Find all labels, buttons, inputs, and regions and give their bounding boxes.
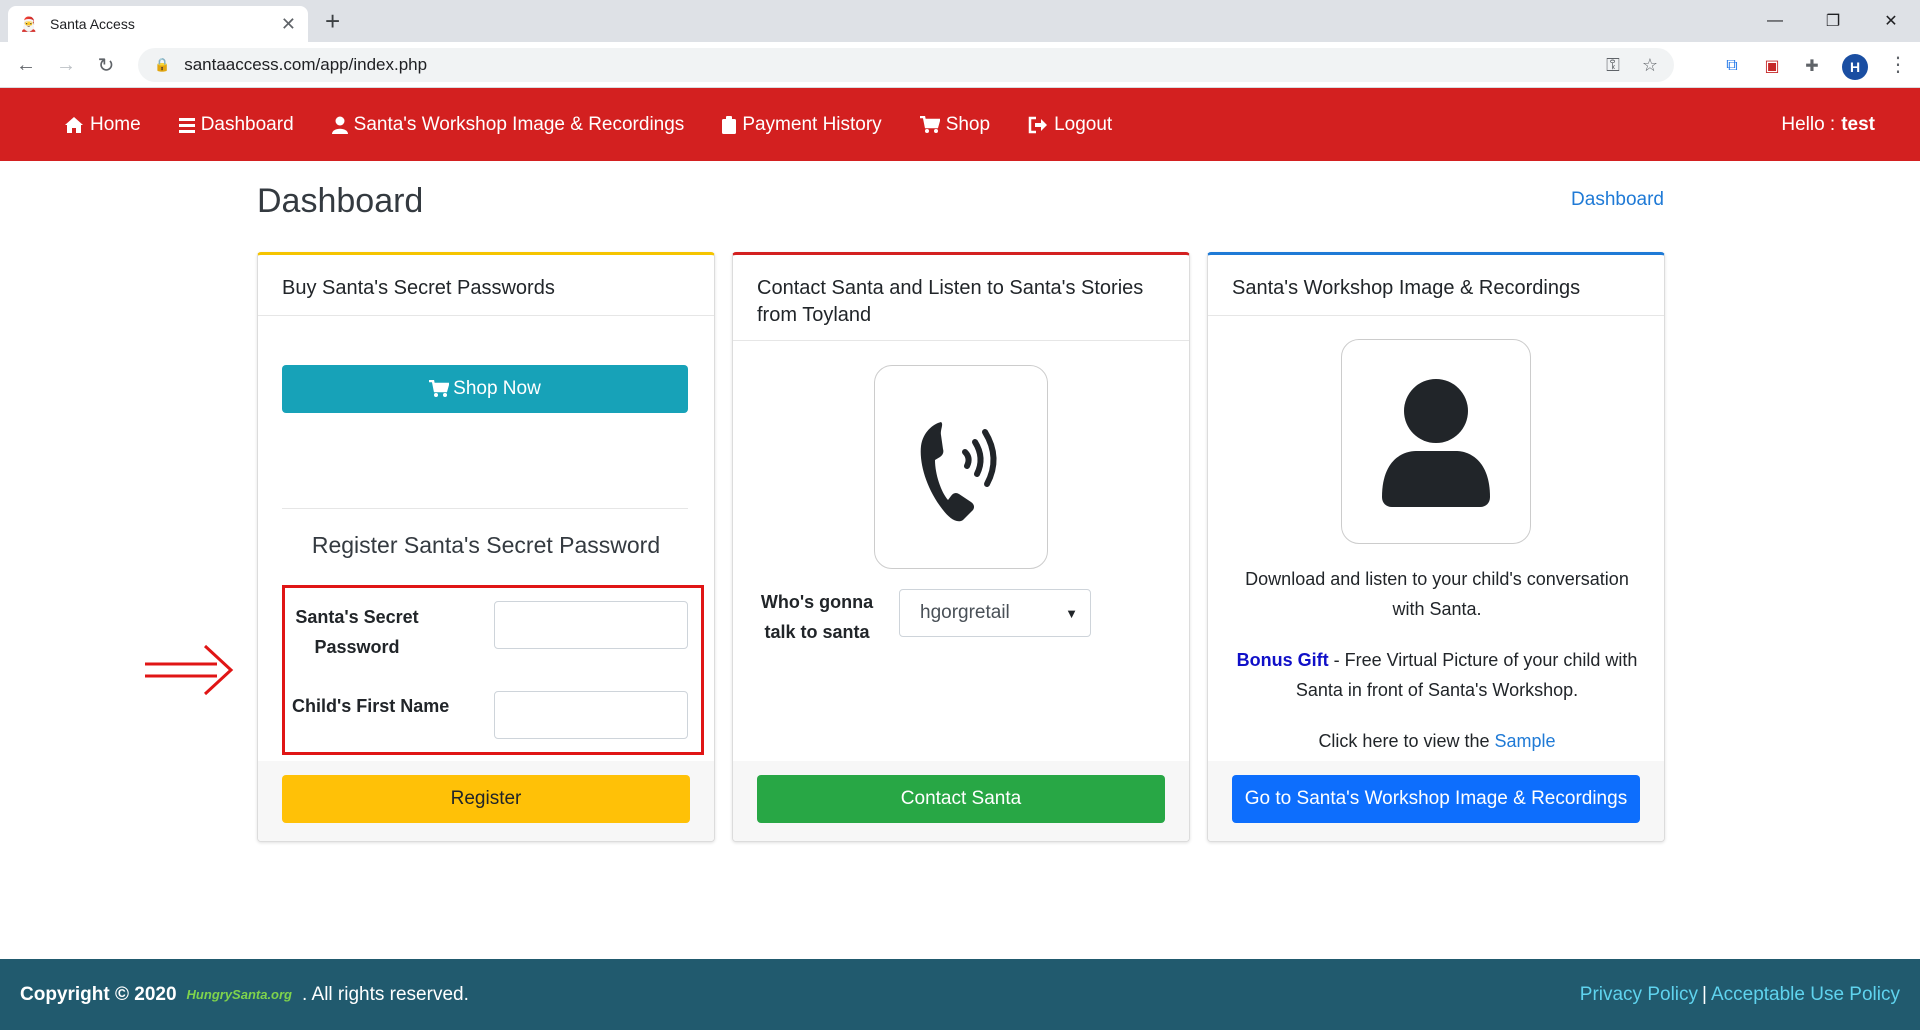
nav-shop-label: Shop (945, 113, 991, 135)
chevron-down-icon: ▼ (1065, 605, 1078, 621)
address-bar[interactable]: 🔒 santaaccess.com/app/index.php ⚿ ☆ (138, 48, 1674, 82)
breadcrumb-dashboard-link[interactable]: Dashboard (1571, 189, 1664, 211)
nav-workshop[interactable]: Santa's Workshop Image & Recordings (331, 113, 685, 136)
profile-avatar[interactable]: H (1842, 54, 1868, 80)
workshop-card-header: Santa's Workshop Image & Recordings (1208, 255, 1664, 316)
nav-logout-label: Logout (1054, 113, 1113, 135)
workshop-card: Santa's Workshop Image & Recordings Down… (1207, 252, 1665, 842)
secret-password-label: Santa's Secret Password (292, 602, 422, 662)
user-icon (331, 116, 348, 134)
shop-now-label: Shop Now (453, 378, 541, 399)
nav-workshop-label: Santa's Workshop Image & Recordings (353, 113, 685, 135)
divider (282, 508, 688, 509)
pocket-extension-icon[interactable]: ▣ (1760, 54, 1784, 78)
workshop-button[interactable]: Go to Santa's Workshop Image & Recording… (1232, 775, 1640, 823)
secret-password-input[interactable] (494, 601, 688, 649)
hello-label: Hello : (1781, 113, 1836, 135)
nav-home[interactable]: Home (64, 114, 141, 136)
nav-home-label: Home (90, 113, 141, 135)
cart-icon (429, 380, 450, 397)
forward-arrow-icon[interactable]: → (52, 52, 80, 78)
who-talks-label-line1: Who's gonna (760, 592, 874, 612)
restore-button[interactable]: ❐ (1804, 0, 1862, 42)
browser-tab-strip: 🎅 Santa Access ✕ + — ❐ ✕ (0, 0, 1920, 42)
clipboard-icon (722, 115, 737, 134)
contact-card-header: Contact Santa and Listen to Santa's Stor… (733, 255, 1189, 341)
footer-links: Privacy Policy | Acceptable Use Policy (1580, 984, 1900, 1006)
workshop-description: Download and listen to your child's conv… (1245, 569, 1629, 619)
phone-call-icon (920, 422, 997, 522)
lock-icon: 🔒 (154, 57, 171, 72)
sample-text: Click here to view the Sample (1228, 726, 1646, 756)
person-image-box (1341, 339, 1531, 544)
page-title: Dashboard (257, 182, 424, 220)
nav-payment-history[interactable]: Payment History (722, 113, 882, 136)
passwords-card-footer: Register (258, 761, 714, 841)
register-password-title: Register Santa's Secret Password (311, 532, 661, 558)
nav-dashboard-label: Dashboard (200, 113, 294, 135)
browser-tab[interactable]: 🎅 Santa Access ✕ (8, 6, 308, 42)
child-select[interactable]: hgorgretail ▼ (899, 589, 1091, 637)
sample-prefix: Click here to view the (1318, 731, 1495, 751)
new-tab-button[interactable]: + (325, 7, 340, 35)
sample-link[interactable]: Sample (1495, 731, 1556, 751)
url-text: santaaccess.com/app/index.php (184, 55, 428, 74)
contact-card: Contact Santa and Listen to Santa's Stor… (732, 252, 1190, 842)
nav-dashboard[interactable]: Dashboard (178, 113, 294, 136)
person-icon (1382, 378, 1490, 507)
child-first-name-input[interactable] (494, 691, 688, 739)
passwords-card-header: Buy Santa's Secret Passwords (258, 255, 714, 316)
rights-text: . All rights reserved. (302, 983, 469, 1005)
site-navbar: Home Dashboard Santa's Workshop Image & … (0, 88, 1920, 161)
child-first-name-label: Child's First Name (292, 696, 450, 716)
who-talks-label: Who's gonna talk to santa (757, 587, 877, 647)
tab-title: Santa Access (50, 16, 135, 32)
contact-card-footer: Contact Santa (733, 761, 1189, 841)
minimize-button[interactable]: — (1746, 0, 1804, 42)
reload-icon[interactable]: ↻ (92, 52, 120, 78)
shop-now-button[interactable]: Shop Now (282, 365, 688, 413)
contact-santa-button[interactable]: Contact Santa (757, 775, 1165, 823)
nav-payment-label: Payment History (742, 113, 882, 135)
footer-separator: | (1702, 983, 1707, 1005)
cart-icon (919, 115, 940, 133)
acceptable-use-policy-link[interactable]: Acceptable Use Policy (1711, 984, 1900, 1005)
workshop-card-footer: Go to Santa's Workshop Image & Recording… (1208, 761, 1664, 841)
logout-icon (1028, 116, 1048, 133)
child-select-value: hgorgretail (920, 602, 1010, 623)
secret-password-label-line2: Password (314, 637, 400, 657)
tab-close-icon[interactable]: ✕ (281, 14, 296, 35)
bookmark-star-icon[interactable]: ☆ (1642, 55, 1658, 76)
privacy-policy-link[interactable]: Privacy Policy (1580, 984, 1698, 1005)
bonus-gift-text: Bonus Gift - Free Virtual Picture of you… (1228, 645, 1646, 705)
user-greeting: Hello : test (1781, 88, 1875, 161)
nav-logout[interactable]: Logout (1028, 114, 1112, 136)
window-close-button[interactable]: ✕ (1862, 0, 1920, 42)
nav-shop[interactable]: Shop (919, 113, 991, 136)
who-talks-label-line2: talk to santa (764, 622, 870, 642)
copyright-text: Copyright © 2020 (20, 983, 177, 1005)
phone-image-box (874, 365, 1048, 569)
window-controls: — ❐ ✕ (1746, 0, 1920, 42)
annotation-arrow-icon (145, 644, 234, 696)
site-footer: Copyright © 2020 HungrySanta.org . All r… (0, 959, 1920, 1030)
translate-extension-icon[interactable]: ⧉ (1720, 54, 1744, 78)
register-button[interactable]: Register (282, 775, 690, 823)
hungrysanta-logo: HungrySanta.org (186, 986, 293, 1002)
browser-menu-icon[interactable]: ⋮ (1888, 52, 1908, 77)
browser-toolbar: ← → ↻ 🔒 santaaccess.com/app/index.php ⚿ … (0, 42, 1920, 88)
bonus-gift-description: - Free Virtual Picture of your child wit… (1295, 650, 1638, 700)
secret-password-label-line1: Santa's Secret (295, 607, 419, 627)
bonus-gift-label: Bonus Gift (1236, 650, 1329, 670)
key-icon[interactable]: ⚿ (1606, 55, 1620, 76)
home-icon (65, 116, 83, 133)
back-arrow-icon[interactable]: ← (12, 52, 40, 78)
passwords-card: Buy Santa's Secret Passwords Shop Now Re… (257, 252, 715, 842)
username: test (1841, 113, 1875, 135)
puzzle-extensions-icon[interactable]: ✚ (1800, 54, 1824, 78)
bars-icon (178, 117, 195, 133)
santa-favicon-icon: 🎅 (20, 15, 38, 32)
